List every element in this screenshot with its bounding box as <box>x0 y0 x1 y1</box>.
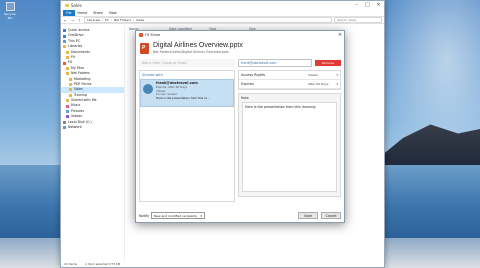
folder-icon <box>69 93 72 97</box>
folder-icon <box>63 126 66 130</box>
tab-share[interactable]: Share <box>90 10 106 16</box>
recipient-field[interactable]: frank@abctravel.com <box>238 59 312 67</box>
recycle-bin-desktop-icon[interactable]: Recycle Bin <box>2 2 18 20</box>
status-bar: 24 items 1 item selected 573 KB <box>61 261 384 267</box>
explorer-title: Sales <box>71 3 82 8</box>
file-name: Digital Airlines Overview.pptx <box>153 42 243 49</box>
folder-icon <box>66 110 69 114</box>
shared-with-list: Shared with frank@abctravel.com Expires:… <box>139 70 235 202</box>
share-settings-pane: frank@abctravel.com Remove Access Rights… <box>238 59 341 205</box>
note-section: Note Here is the presentation from this … <box>238 93 341 197</box>
cancel-button[interactable]: Cancel <box>321 212 341 219</box>
save-button[interactable]: Save <box>298 212 318 219</box>
address-bar-row: ← → ↑ Libraries › Fit › Net Folders › Sa… <box>61 16 384 24</box>
folder-icon <box>66 72 69 76</box>
breadcrumb-libraries[interactable]: Libraries <box>87 18 100 22</box>
status-item-count: 24 items <box>64 262 78 266</box>
notify-dropdown[interactable]: New and modified recipients ▾ <box>151 212 206 219</box>
notify-label: Notify <box>139 213 150 218</box>
back-arrow-icon[interactable]: ← <box>63 18 68 23</box>
tab-home[interactable]: Home <box>75 10 91 16</box>
shared-user-message: Here is the presentation from this m... <box>156 96 210 101</box>
minimize-button[interactable]: – <box>351 1 362 10</box>
breadcrumb-net-folders[interactable]: Net Folders <box>114 18 131 22</box>
add-recipient-input[interactable]: Add a User, Group or Email <box>139 59 235 67</box>
nav-item-label: Network <box>68 125 82 130</box>
share-list-pane: Add a User, Group or Email Shared with f… <box>139 59 235 205</box>
folder-icon <box>69 77 72 81</box>
up-arrow-icon[interactable]: ↑ <box>77 18 82 23</box>
folder-icon <box>63 29 66 33</box>
forward-arrow-icon[interactable]: → <box>70 18 75 23</box>
chevron-down-icon: ▾ <box>200 214 203 218</box>
recycle-bin-label: Recycle Bin <box>4 12 16 20</box>
dialog-title: Fit Share <box>145 33 161 37</box>
folder-icon <box>69 88 72 92</box>
access-rights-dropdown[interactable]: Viewer ▾ <box>308 73 338 77</box>
share-settings: Access Rights Viewer ▾ Expires After 60 … <box>238 70 341 90</box>
expires-label: Expires <box>241 82 254 86</box>
folder-icon <box>63 39 66 43</box>
fit-logo-icon <box>139 33 143 37</box>
tab-view[interactable]: View <box>106 10 120 16</box>
folder-icon <box>63 61 66 65</box>
user-avatar-icon <box>143 84 153 94</box>
shared-user-item[interactable]: frank@abctravel.com Expires: After 60 Da… <box>140 79 234 107</box>
folder-icon <box>66 66 69 70</box>
chevron-down-icon: ▾ <box>336 73 338 77</box>
note-label: Note <box>241 96 249 100</box>
breadcrumb-fit[interactable]: Fit <box>105 18 109 22</box>
note-textarea[interactable]: Here is the presentation from this morni… <box>242 102 337 192</box>
folder-icon <box>66 56 69 60</box>
folder-icon <box>63 34 66 38</box>
expires-dropdown[interactable]: After 60 Days ▾ <box>308 82 338 86</box>
folder-icon <box>66 50 69 54</box>
tab-file[interactable]: File <box>63 10 75 16</box>
folder-icon <box>66 104 69 108</box>
access-rights-row: Access Rights Viewer ▾ <box>239 71 340 80</box>
folder-icon <box>63 45 66 49</box>
explorer-title-bar[interactable]: Sales – □ × <box>61 1 384 10</box>
folder-icon <box>69 83 72 87</box>
shared-with-label: Shared with <box>142 73 163 77</box>
close-button[interactable]: × <box>373 1 384 10</box>
chevron-down-icon: ▾ <box>336 82 338 86</box>
nav-item-network[interactable]: Network <box>61 125 124 130</box>
navigation-pane: Quick access OneDrive This PC Libraries Docu… <box>61 25 125 261</box>
breadcrumb-sales[interactable]: Sales <box>136 18 144 22</box>
folder-icon <box>65 4 69 7</box>
recycle-bin-icon <box>5 2 15 11</box>
search-input[interactable]: Search Sales <box>334 17 382 23</box>
status-selection: 1 item selected 573 KB <box>85 262 121 266</box>
file-path: Net Folders\Sales\Digital Airlines Overv… <box>153 50 229 54</box>
file-header: Digital Airlines Overview.pptx Net Folde… <box>136 39 344 57</box>
dialog-close-icon[interactable]: × <box>336 32 344 38</box>
folder-icon <box>63 120 66 124</box>
powerpoint-file-icon <box>140 42 149 54</box>
address-bar[interactable]: Libraries › Fit › Net Folders › Sales <box>84 17 332 23</box>
folder-icon <box>66 99 69 103</box>
maximize-button[interactable]: □ <box>362 1 373 10</box>
folder-icon <box>66 115 69 119</box>
dialog-footer: Notify New and modified recipients ▾ Sav… <box>139 211 341 220</box>
remove-button[interactable]: Remove <box>315 60 341 66</box>
expires-row: Expires After 60 Days ▾ <box>239 80 340 89</box>
access-rights-label: Access Rights <box>241 73 266 77</box>
share-dialog: Fit Share × Digital Airlines Overview.pp… <box>135 30 345 223</box>
dialog-title-bar[interactable]: Fit Share × <box>136 31 344 39</box>
